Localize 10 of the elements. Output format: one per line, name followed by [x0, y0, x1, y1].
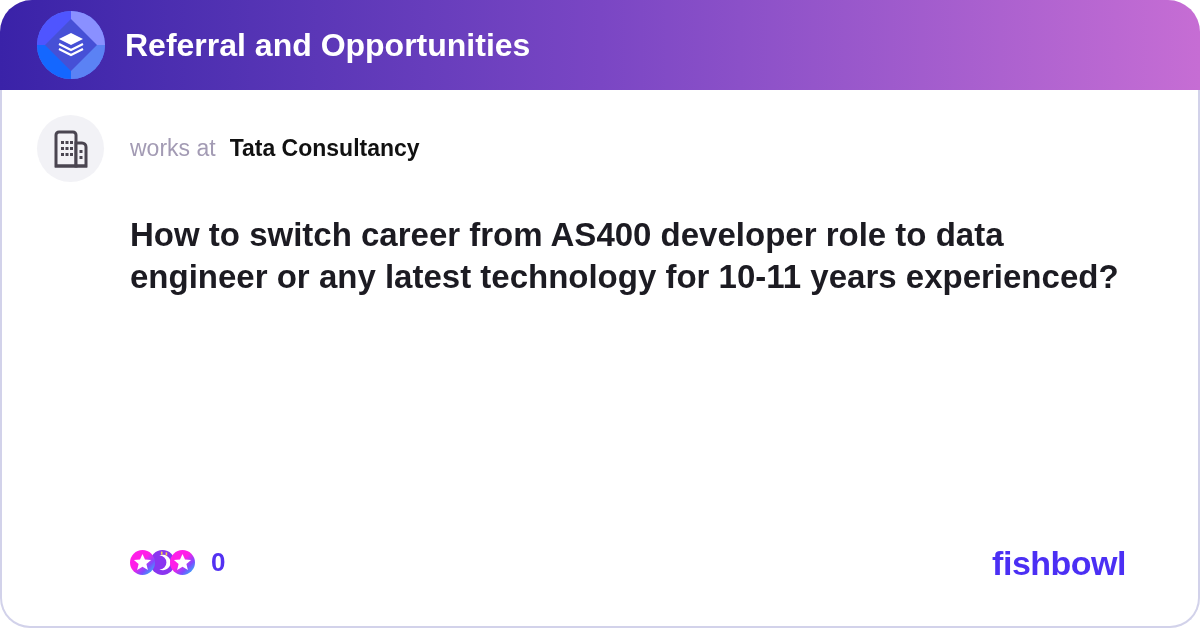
- star-badge-icon: [170, 550, 195, 575]
- works-at-label: works at: [130, 134, 216, 164]
- header-title: Referral and Opportunities: [125, 29, 531, 61]
- building-icon: [52, 129, 89, 168]
- company-name: Tata Consultancy: [229, 134, 420, 164]
- brand-logo: fishbowl: [992, 545, 1126, 580]
- question-text: How to switch career from AS400 developer role to data engineer or any latest technology for 10-11 years experienced?: [130, 215, 1120, 297]
- star-badge-icon: [130, 550, 155, 575]
- reaction-count: 0: [211, 546, 226, 579]
- layers-logo-icon: [37, 11, 105, 79]
